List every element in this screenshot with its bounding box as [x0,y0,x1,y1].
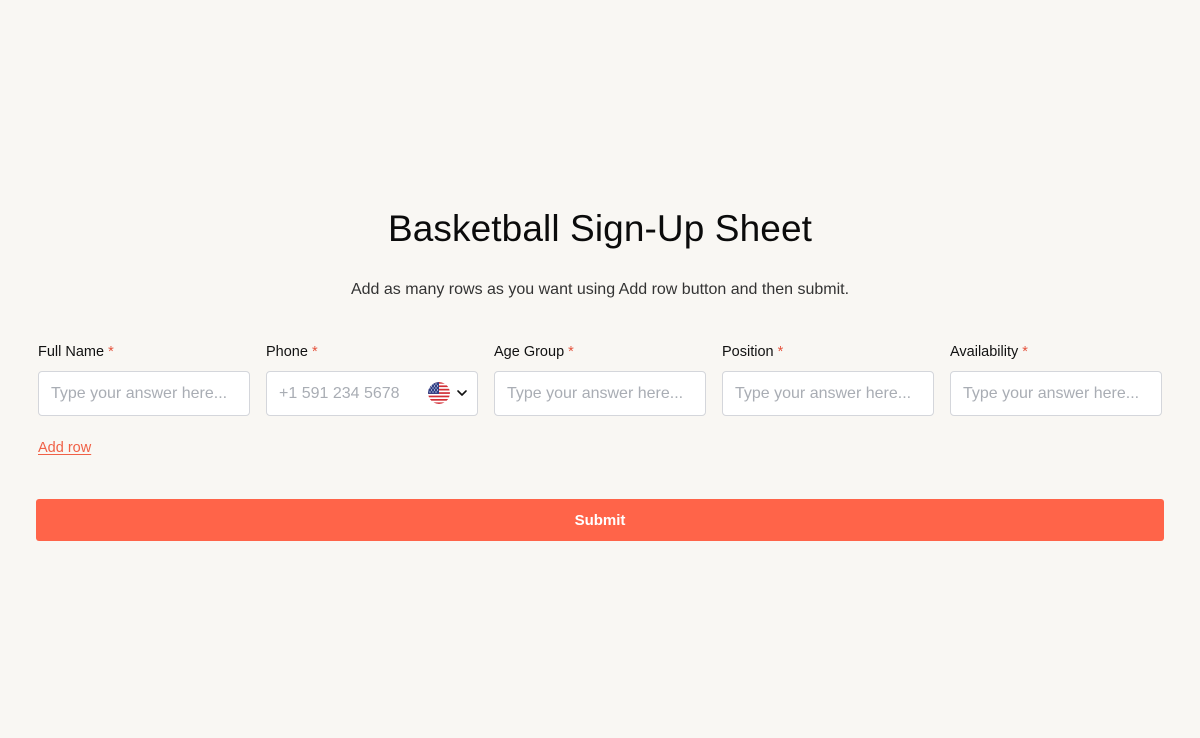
field-age-group: Age Group * [494,344,706,416]
field-availability: Availability * [950,344,1162,416]
submit-button[interactable]: Submit [36,499,1164,541]
field-position: Position * [722,344,934,416]
required-marker: * [1022,344,1028,360]
position-input[interactable] [722,371,934,416]
add-row-link[interactable]: Add row [38,440,91,456]
full-name-label: Full Name [38,344,105,360]
field-phone: Phone * [266,344,478,416]
signup-page: Basketball Sign-Up Sheet Add as many row… [0,0,1200,738]
required-marker: * [777,344,784,360]
availability-input[interactable] [950,371,1162,416]
field-full-name: Full Name * [38,344,250,416]
availability-label: Availability [950,344,1019,360]
required-marker: * [311,344,318,360]
age-group-input[interactable] [494,371,706,416]
required-marker: * [568,344,574,360]
required-marker: * [108,344,114,360]
country-selector[interactable] [428,381,468,405]
age-group-label: Age Group [494,344,565,360]
phone-input-group [266,371,478,416]
position-label: Position [722,344,774,360]
phone-label: Phone [266,344,308,360]
full-name-input[interactable] [38,371,250,416]
page-subtitle: Add as many rows as you want using Add r… [350,281,850,298]
chevron-down-icon [457,390,467,396]
form-row: Full Name* Phone* [38,344,1162,416]
us-flag-icon [428,382,450,404]
page-title: Basketball Sign-Up Sheet [387,208,813,249]
